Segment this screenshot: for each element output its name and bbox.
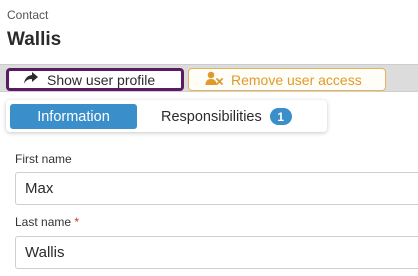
share-arrow-icon bbox=[23, 71, 39, 88]
page-title: Wallis bbox=[7, 29, 62, 50]
required-marker: * bbox=[74, 215, 80, 229]
show-user-profile-label: Show user profile bbox=[47, 71, 156, 88]
tab-bar: Information Responsibilities 1 bbox=[6, 100, 327, 132]
show-user-profile-button[interactable]: Show user profile bbox=[6, 68, 184, 91]
remove-user-access-button[interactable]: Remove user access bbox=[188, 68, 386, 91]
tab-information[interactable]: Information bbox=[10, 104, 137, 129]
record-type-label: Contact bbox=[7, 8, 49, 22]
tab-responsibilities-label: Responsibilities bbox=[161, 108, 262, 125]
tab-responsibilities[interactable]: Responsibilities 1 bbox=[161, 104, 292, 129]
last-name-field[interactable] bbox=[15, 236, 418, 269]
tab-information-label: Information bbox=[37, 108, 110, 125]
first-name-label-text: First name bbox=[15, 152, 72, 166]
count-badge: 1 bbox=[269, 108, 292, 125]
remove-user-access-label: Remove user access bbox=[231, 71, 362, 88]
first-name-label: First name bbox=[15, 152, 72, 166]
first-name-field[interactable] bbox=[15, 172, 418, 205]
action-toolbar: Show user profile Remove user access bbox=[0, 64, 418, 92]
last-name-label: Last name * bbox=[15, 215, 79, 229]
last-name-label-text: Last name bbox=[15, 215, 72, 229]
user-remove-icon bbox=[205, 71, 223, 89]
